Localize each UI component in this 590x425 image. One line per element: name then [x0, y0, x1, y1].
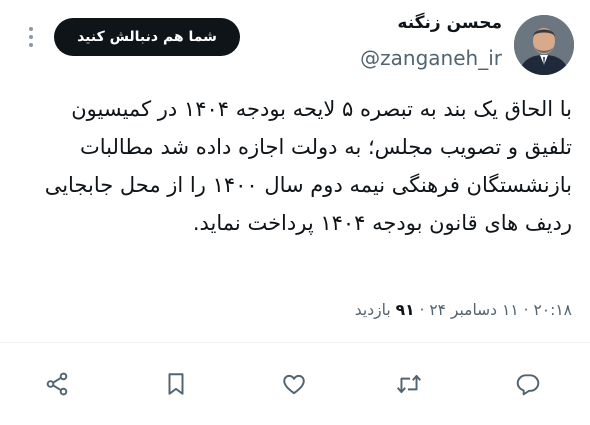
tweet-card: محسن زنگنه @zanganeh_ir شما هم دنبالش کن…: [0, 0, 590, 425]
bookmark-icon: [168, 373, 184, 395]
views-label: بازدید: [354, 301, 391, 319]
retweet-icon: [396, 374, 422, 394]
avatar-image: [514, 15, 574, 75]
reply-button[interactable]: [511, 367, 545, 401]
action-bar: [0, 367, 590, 401]
meta-separator: ·: [419, 301, 425, 319]
avatar[interactable]: [514, 15, 574, 75]
tweet-date[interactable]: ۱۱ دسامبر ۲۴: [429, 301, 518, 319]
tweet-text: با الحاق یک بند به تبصره ۵ لایحه بودجه ۱…: [44, 97, 572, 235]
share-button[interactable]: [40, 367, 74, 401]
share-icon: [46, 372, 68, 396]
bookmark-button[interactable]: [159, 367, 193, 401]
like-button[interactable]: [277, 367, 311, 401]
retweet-button[interactable]: [392, 367, 426, 401]
views-count: ۹۱: [395, 301, 415, 319]
meta-separator: ·: [523, 301, 529, 319]
tweet-time[interactable]: ۲۰:۱۸: [533, 301, 572, 319]
reply-icon: [516, 374, 540, 396]
follow-button-label: شما هم دنبالش کنید: [77, 29, 217, 45]
follow-button[interactable]: شما هم دنبالش کنید: [54, 18, 240, 56]
author-handle[interactable]: @zanganeh_ir: [360, 46, 502, 70]
tweet-meta: ۲۰:۱۸ · ۱۱ دسامبر ۲۴ · ۹۱ بازدید: [355, 301, 572, 319]
more-vertical-icon[interactable]: [27, 25, 35, 49]
author-name[interactable]: محسن زنگنه: [397, 13, 502, 33]
heart-icon: [283, 374, 305, 395]
divider: [0, 342, 590, 343]
